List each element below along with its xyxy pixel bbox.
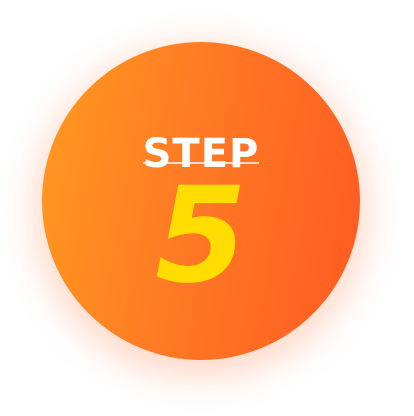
step-badge: STEP 5 bbox=[42, 42, 360, 360]
step-badge-canvas: STEP 5 bbox=[0, 0, 414, 416]
step-number: 5 bbox=[155, 159, 247, 313]
